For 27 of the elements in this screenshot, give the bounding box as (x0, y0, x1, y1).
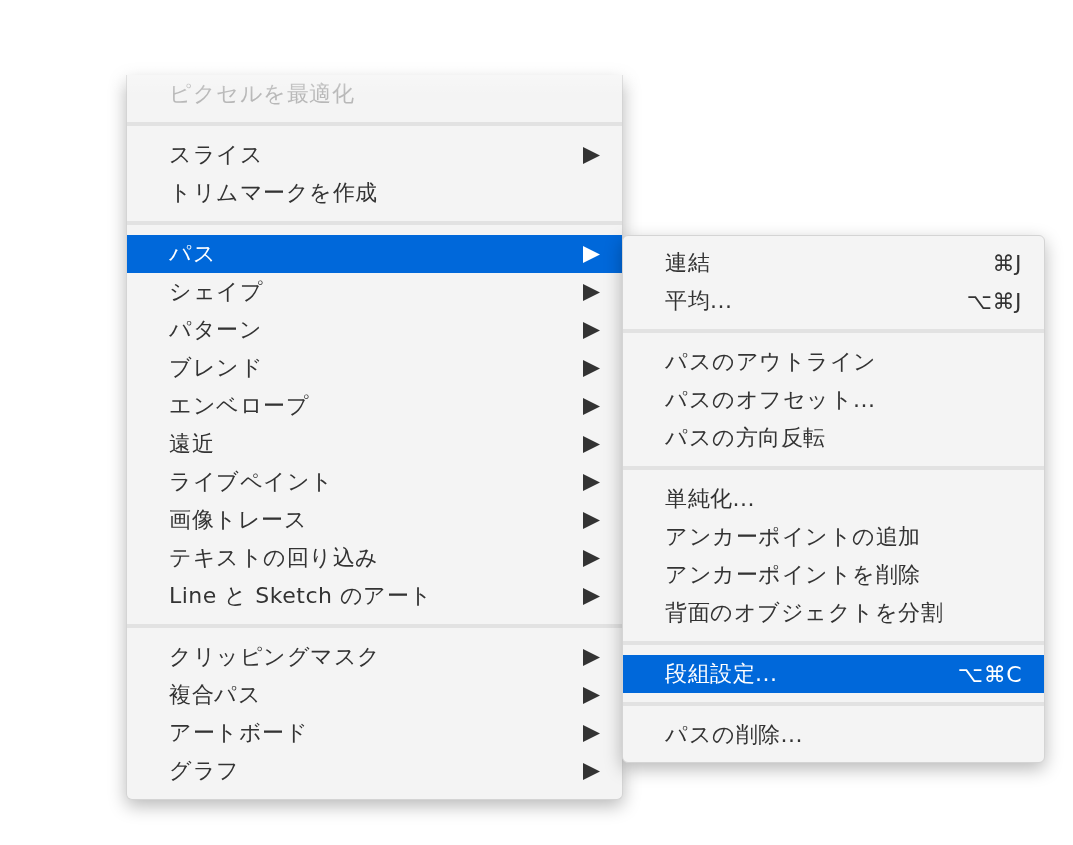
menu-item[interactable]: アートボード (127, 714, 622, 752)
submenu-item[interactable]: アンカーポイントを削除 (623, 556, 1044, 594)
menu-item[interactable]: グラフ (127, 752, 622, 790)
menu-item[interactable]: エンベロープ (127, 387, 622, 425)
submenu-item[interactable]: 平均... ⌥⌘J (623, 282, 1044, 320)
menu-item[interactable]: Line と Sketch のアート (127, 577, 622, 615)
menu-item[interactable]: 遠近 (127, 425, 622, 463)
menu-item[interactable]: クリッピングマスク (127, 638, 622, 676)
submenu-item[interactable]: 段組設定... ⌥⌘C (623, 655, 1044, 693)
menu-item[interactable]: パターン (127, 311, 622, 349)
menu-item[interactable]: ライブペイント (127, 463, 622, 501)
menu-item[interactable]: スライス (127, 136, 622, 174)
submenu-item[interactable]: パスの削除... (623, 716, 1044, 754)
menu-item[interactable]: テキストの回り込み (127, 539, 622, 577)
menu-item[interactable]: パス (127, 235, 622, 273)
submenu-item[interactable]: アンカーポイントの追加 (623, 518, 1044, 556)
submenu-item[interactable]: 連結 ⌘J (623, 244, 1044, 282)
menu-item[interactable]: 複合パス (127, 676, 622, 714)
submenu-item[interactable]: パスのオフセット... (623, 381, 1044, 419)
submenu-item[interactable]: 背面のオブジェクトを分割 (623, 594, 1044, 632)
menu-item[interactable]: シェイプ (127, 273, 622, 311)
menu-item[interactable]: 画像トレース (127, 501, 622, 539)
menu-item[interactable]: トリムマークを作成 (127, 174, 622, 212)
submenu-item[interactable]: パスの方向反転 (623, 419, 1044, 457)
submenu-item[interactable]: 単純化... (623, 480, 1044, 518)
submenu-item[interactable]: パスのアウトライン (623, 343, 1044, 381)
menu-item[interactable]: ブレンド (127, 349, 622, 387)
